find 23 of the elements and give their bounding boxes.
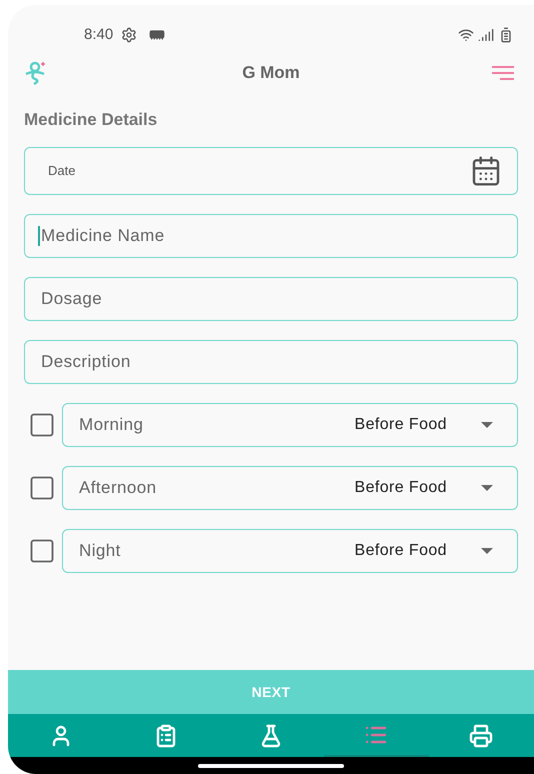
checkbox[interactable]: [28, 474, 56, 502]
flask-icon[interactable]: [259, 724, 283, 748]
status-time: 8:40: [84, 24, 114, 45]
printer-icon[interactable]: [469, 724, 494, 748]
time-select[interactable]: Afternoon Before Food: [62, 466, 518, 510]
wifi-icon: [458, 27, 474, 43]
checkbox[interactable]: [28, 410, 56, 438]
checkbox[interactable]: [28, 536, 56, 564]
section-title: Medicine Details: [24, 109, 158, 131]
app-title: G Mom: [242, 62, 300, 84]
signal-icon: [478, 27, 494, 43]
menu-icon[interactable]: [492, 66, 514, 80]
settings-icon: [121, 27, 138, 43]
time-select[interactable]: Morning Before Food: [62, 402, 518, 446]
dropdown-arrow-icon: [481, 422, 493, 428]
text-field[interactable]: Medicine Name: [24, 214, 518, 258]
date-field[interactable]: Date: [24, 146, 518, 194]
dropdown-arrow-icon: [481, 484, 493, 490]
text-field[interactable]: Dosage: [24, 276, 518, 320]
home-indicator[interactable]: [198, 764, 344, 768]
text-field[interactable]: Description: [24, 340, 518, 384]
time-select[interactable]: Night Before Food: [62, 528, 518, 572]
dropdown-arrow-icon: [481, 548, 493, 554]
